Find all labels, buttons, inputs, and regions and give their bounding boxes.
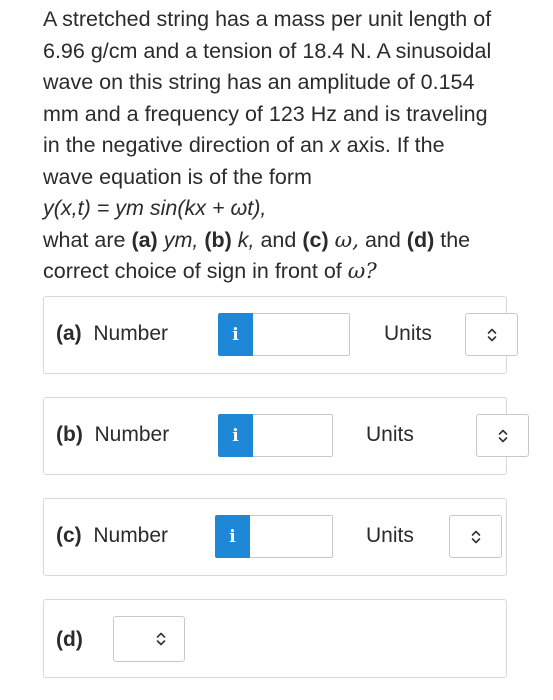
part-c-tag: (c) — [302, 227, 329, 252]
part-b-tag: (b) — [204, 227, 232, 252]
problem-line: wave equation is of the form — [43, 164, 312, 189]
answer-label-d: (d) — [56, 628, 83, 652]
text: correct choice of sign in front of — [43, 259, 348, 283]
problem-statement: A stretched string has a mass per unit l… — [43, 4, 513, 288]
part-b-label: (b) — [56, 423, 83, 446]
problem-line: wave on this string has an amplitude of … — [43, 70, 475, 94]
answer-card-d: (d) — [43, 599, 507, 678]
text: what are — [43, 227, 132, 252]
chevron-up-down-icon — [156, 632, 166, 646]
info-icon[interactable]: i — [218, 414, 253, 457]
number-input-c[interactable] — [250, 515, 333, 558]
part-c-label: (c) — [56, 524, 82, 547]
info-icon[interactable]: i — [218, 313, 253, 356]
info-icon[interactable]: i — [215, 515, 250, 558]
answer-card-b: (b) Number i Units — [43, 397, 529, 475]
answer-card-a: (a) Number i Units — [43, 296, 518, 374]
units-select-c[interactable] — [449, 515, 502, 558]
part-a-tag: (a) — [131, 227, 158, 252]
number-input-b[interactable] — [253, 414, 333, 457]
problem-line: mm and a frequency of 123 Hz and is trav… — [43, 101, 488, 126]
number-input-a[interactable] — [253, 313, 350, 356]
text: the — [434, 227, 471, 252]
answer-card-c: (c) Number i Units — [43, 498, 507, 576]
question-line: what are (a) ym, (b) k, and (c) ω, and (… — [43, 227, 471, 253]
problem-line: 6.96 g/cm and a tension of 18.4 N. A sin… — [43, 38, 492, 63]
chevron-up-down-icon — [498, 429, 507, 442]
variable-x: x — [329, 133, 341, 157]
omega-symbol: ω? — [347, 259, 377, 284]
problem-line: in the negative direction of an x axis. … — [43, 130, 513, 162]
ym-symbol: ym, — [163, 227, 199, 252]
equation-text: y(x,t) = ym sin(kx + ωt), — [43, 196, 267, 220]
part-d-label: (d) — [56, 628, 83, 651]
problem-line: A stretched string has a mass per unit l… — [43, 7, 492, 31]
number-label: Number — [93, 322, 169, 345]
units-label-b: Units — [366, 423, 414, 446]
answer-label-c: (c) Number — [56, 524, 168, 548]
units-label-a: Units — [384, 322, 432, 345]
units-select-a[interactable] — [465, 313, 518, 356]
number-label: Number — [94, 423, 170, 446]
text: in the negative direction of an — [43, 133, 330, 157]
answer-label-b: (b) Number — [56, 423, 169, 447]
k-symbol: k, — [237, 227, 255, 252]
omega-symbol: ω, — [334, 227, 359, 253]
sign-select-d[interactable] — [113, 616, 185, 662]
part-a-label: (a) — [56, 322, 82, 345]
part-d-tag: (d) — [406, 227, 435, 252]
units-label-c: Units — [366, 524, 414, 547]
chevron-up-down-icon — [487, 328, 496, 341]
chevron-up-down-icon — [471, 530, 480, 543]
text: axis. If the — [340, 133, 445, 157]
number-label: Number — [93, 524, 169, 547]
units-select-b[interactable] — [476, 414, 529, 457]
text: and — [254, 227, 303, 252]
answer-label-a: (a) Number — [56, 322, 168, 346]
question-line: correct choice of sign in front of ω? — [43, 256, 513, 288]
wave-equation: y(x,t) = ym sin(kx + ωt), — [43, 193, 513, 225]
